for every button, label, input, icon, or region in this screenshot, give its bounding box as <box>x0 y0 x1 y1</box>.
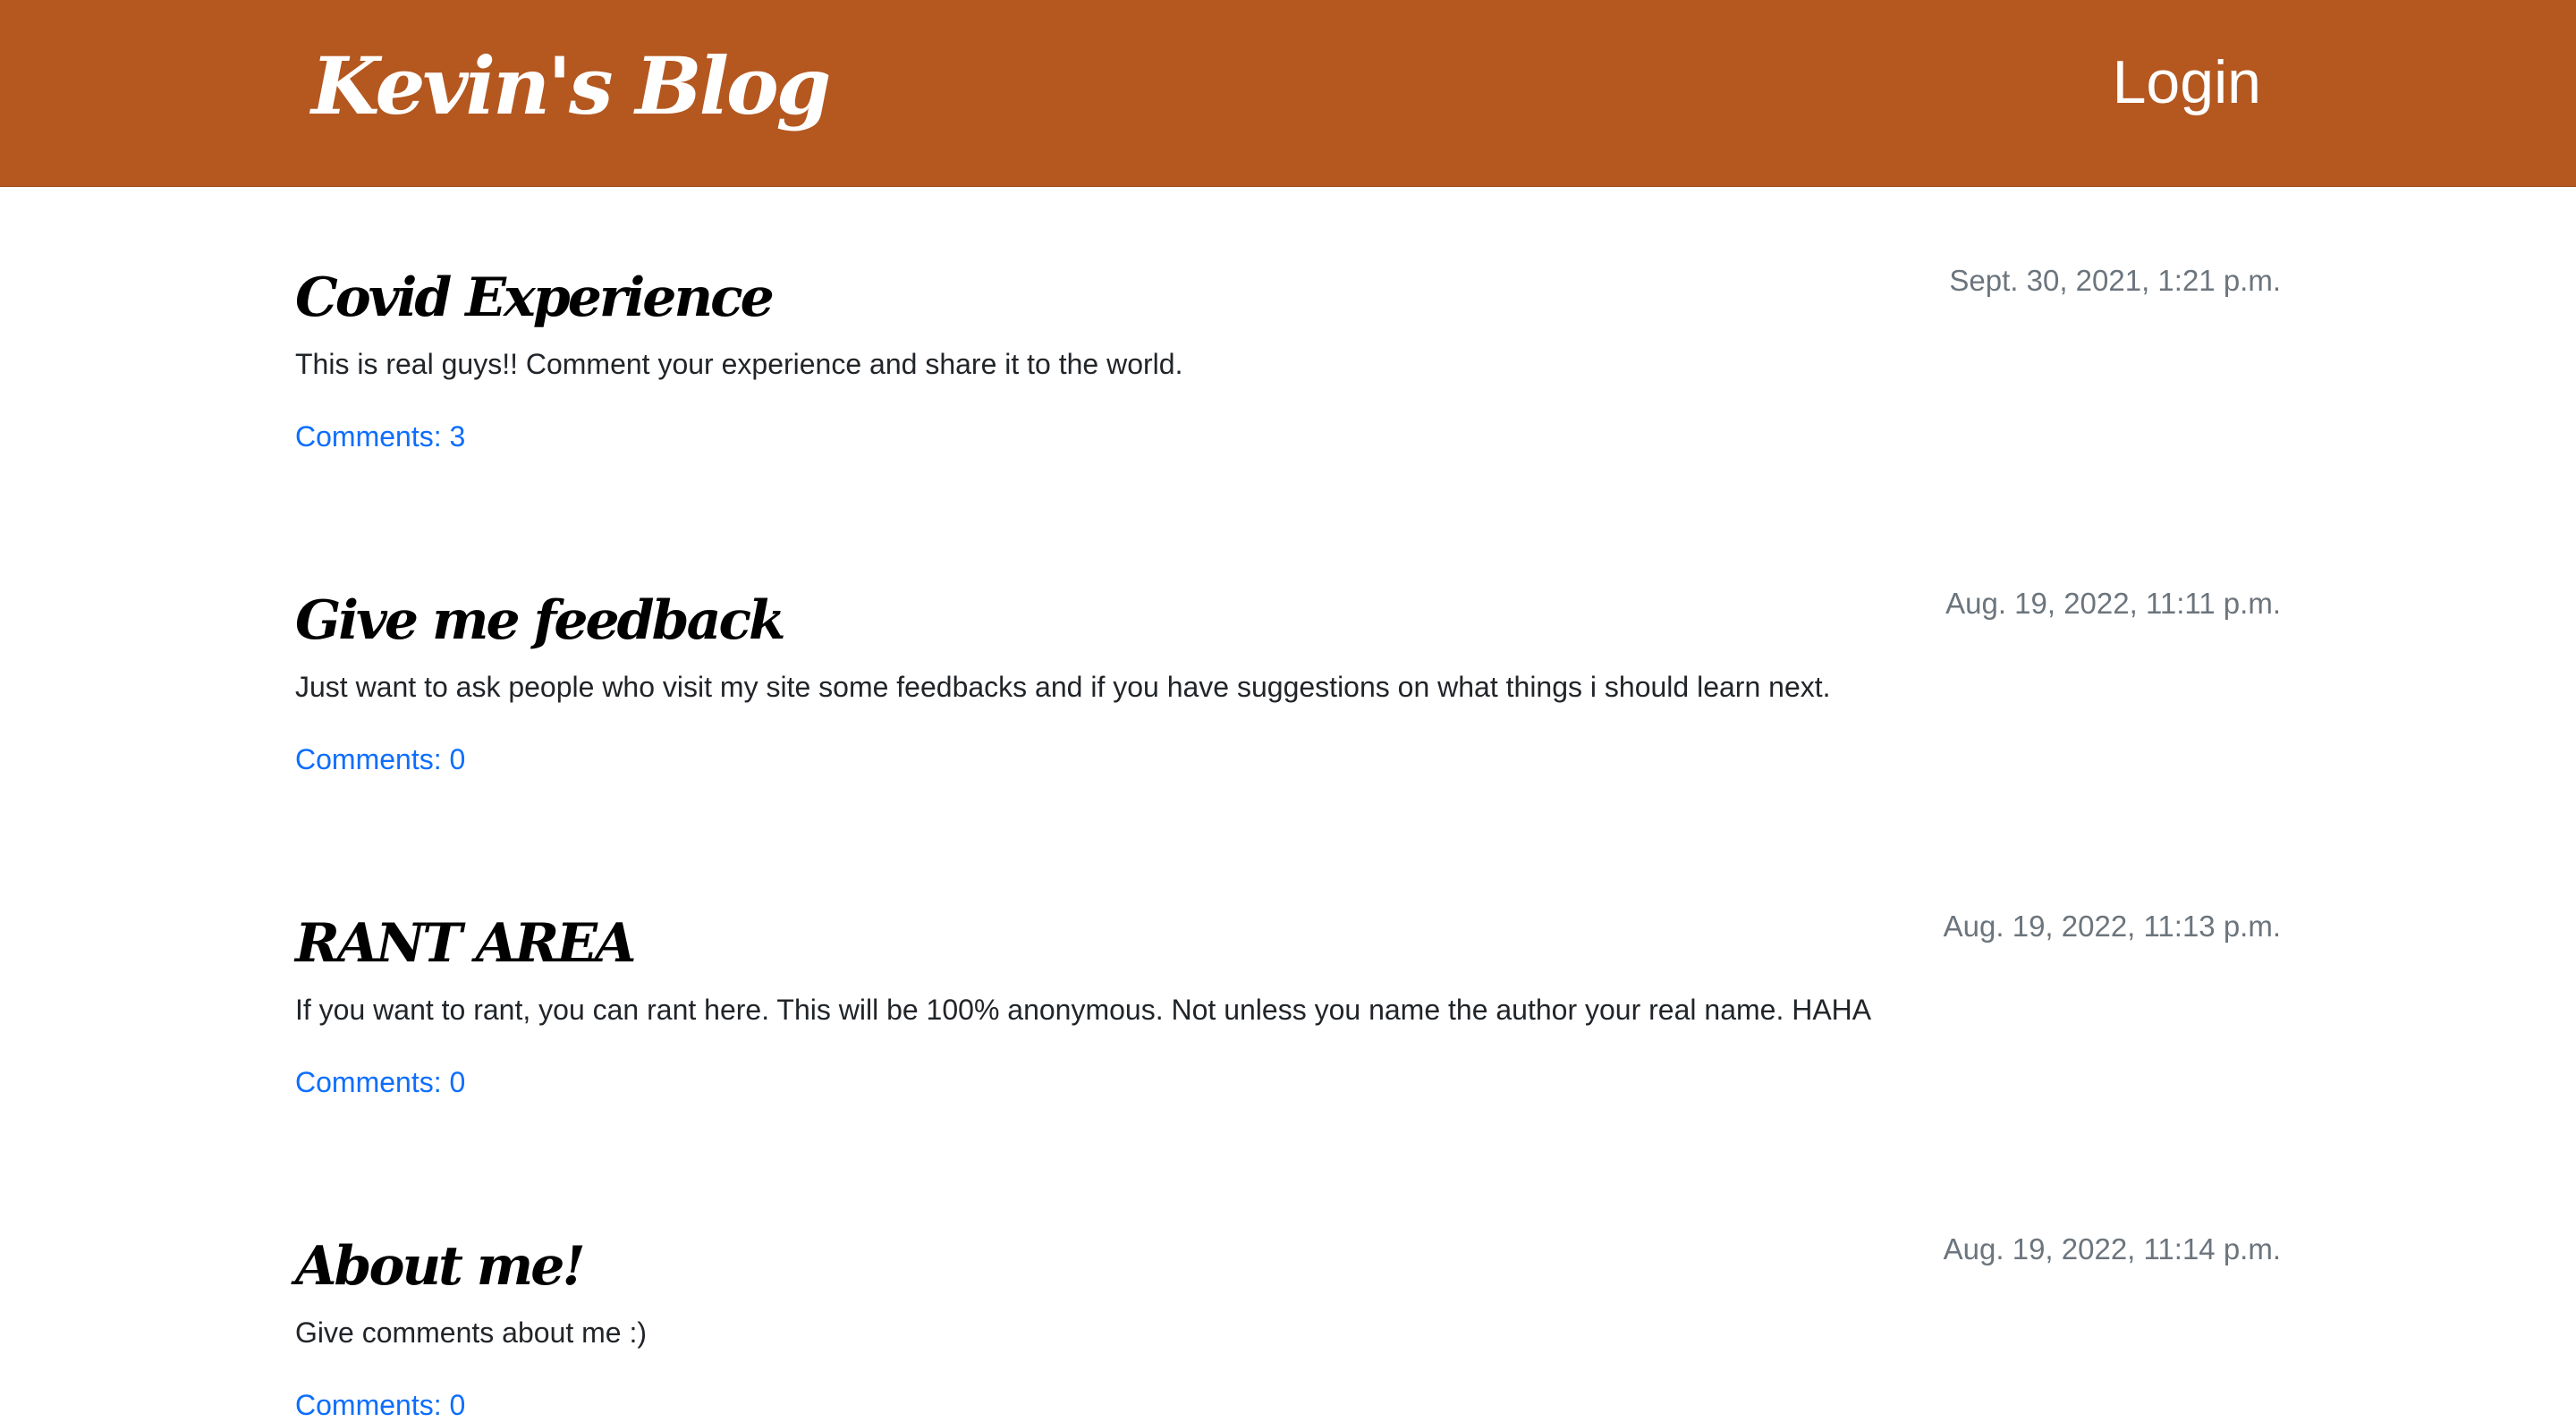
post-date: Aug. 19, 2022, 11:13 p.m. <box>1943 910 2281 943</box>
comments-link[interactable]: Comments: 0 <box>295 1061 465 1104</box>
comments-link[interactable]: Comments: 3 <box>295 415 465 458</box>
post-item: RANT AREA Aug. 19, 2022, 11:13 p.m. If y… <box>295 832 2281 1155</box>
comments-label: Comments: <box>295 743 442 775</box>
login-link[interactable]: Login <box>2113 43 2261 122</box>
post-title[interactable]: RANT AREA <box>295 903 636 984</box>
post-date: Aug. 19, 2022, 11:14 p.m. <box>1943 1232 2281 1265</box>
post-date: Sept. 30, 2021, 1:21 p.m. <box>1949 264 2281 297</box>
post-item: About me! Aug. 19, 2022, 11:14 p.m. Give… <box>295 1155 2281 1422</box>
comments-link[interactable]: Comments: 0 <box>295 1384 465 1422</box>
comments-label: Comments: <box>295 420 442 453</box>
post-title[interactable]: Give me feedback <box>295 580 786 661</box>
comments-count: 0 <box>449 743 466 775</box>
post-body: Just want to ask people who visit my sit… <box>295 671 1831 703</box>
comments-count: 3 <box>449 420 466 453</box>
comments-link[interactable]: Comments: 0 <box>295 738 465 781</box>
top-navbar: Kevin's Blog Login <box>0 0 2576 187</box>
post-body: Give comments about me :) <box>295 1316 648 1349</box>
comments-label: Comments: <box>295 1389 442 1421</box>
post-body: This is real guys!! Comment your experie… <box>295 348 1183 380</box>
comments-count: 0 <box>449 1066 466 1098</box>
brand-link[interactable]: Kevin's Blog <box>311 32 831 140</box>
post-title[interactable]: Covid Experience <box>295 258 775 338</box>
post-list: Covid Experience Sept. 30, 2021, 1:21 p.… <box>295 186 2281 1422</box>
comments-label: Comments: <box>295 1066 442 1098</box>
post-title[interactable]: About me! <box>295 1226 586 1307</box>
post-body: If you want to rant, you can rant here. … <box>295 994 1872 1026</box>
comments-count: 0 <box>449 1389 466 1421</box>
post-date: Aug. 19, 2022, 11:11 p.m. <box>1945 587 2281 620</box>
post-item: Covid Experience Sept. 30, 2021, 1:21 p.… <box>295 186 2281 509</box>
post-item: Give me feedback Aug. 19, 2022, 11:11 p.… <box>295 509 2281 832</box>
